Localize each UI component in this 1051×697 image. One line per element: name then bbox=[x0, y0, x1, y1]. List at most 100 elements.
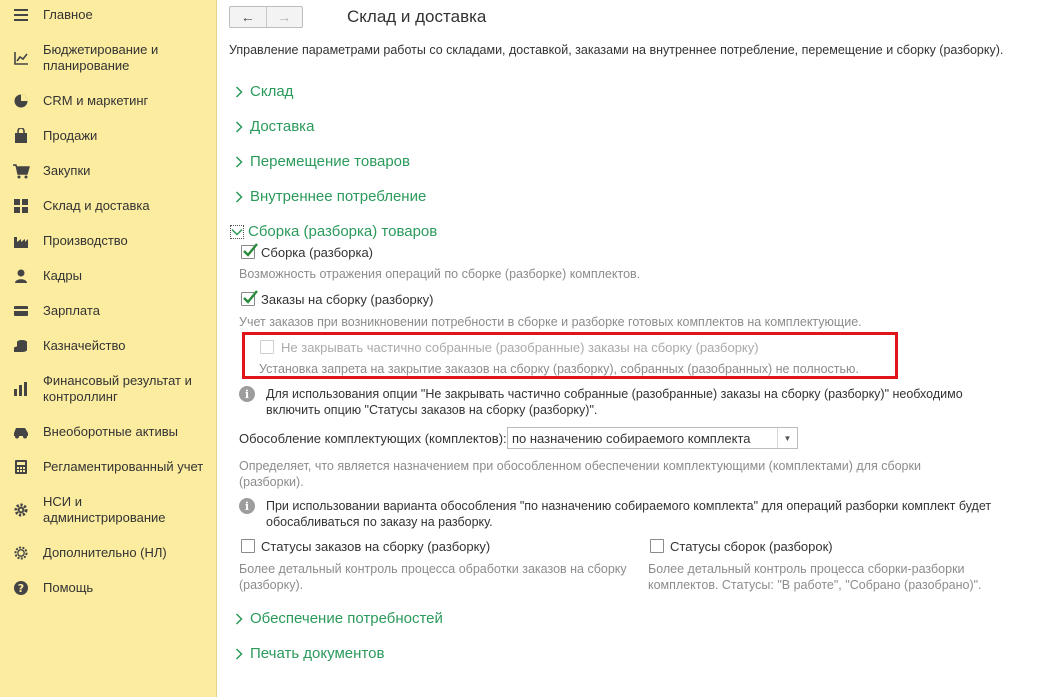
sidebar-item[interactable]: Зарплата bbox=[0, 303, 216, 319]
sidebar-item-label: Кадры bbox=[43, 268, 82, 283]
sidebar-item-label: Внеоборотные активы bbox=[43, 424, 179, 439]
arrow-right-icon: → bbox=[277, 9, 292, 25]
sidebar-item-label: Финансовый результат и контроллинг bbox=[43, 373, 192, 404]
budget-chart-icon bbox=[12, 50, 30, 66]
assembly-status-hint: Более детальный контроль процесса сборки… bbox=[648, 562, 982, 592]
factory-icon bbox=[12, 233, 30, 249]
sidebar-item[interactable]: НСИ и администрирование bbox=[0, 494, 216, 526]
person-icon bbox=[12, 268, 30, 284]
no-close-partial-checkbox-label: Не закрывать частично собранные (разобра… bbox=[281, 340, 759, 355]
chevron-right-icon bbox=[232, 190, 246, 204]
order-status-checkbox-label: Статусы заказов на сборку (разборку) bbox=[261, 539, 491, 554]
sidebar-item-label: Бюджетирование и планирование bbox=[43, 42, 159, 73]
section-needs-label: Обеспечение потребностей bbox=[250, 610, 443, 627]
forward-button[interactable]: → bbox=[267, 7, 303, 27]
section-delivery-label: Доставка bbox=[250, 118, 315, 135]
info-icon: i bbox=[239, 386, 255, 402]
arrow-left-icon: ← bbox=[240, 9, 255, 25]
coins-icon bbox=[12, 338, 30, 354]
sidebar-item-label: Казначейство bbox=[43, 338, 126, 353]
bar-chart-icon bbox=[12, 381, 30, 397]
sidebar-item-label: Продажи bbox=[43, 128, 98, 143]
sidebar-item[interactable]: Бюджетирование и планирование bbox=[0, 42, 216, 74]
car-icon bbox=[12, 424, 30, 440]
order-status-checkbox[interactable] bbox=[241, 539, 255, 553]
sidebar-item[interactable]: Закупки bbox=[0, 163, 216, 179]
assembly-status-checkbox-label: Статусы сборок (разборок) bbox=[670, 539, 833, 554]
no-close-partial-hint: Установка запрета на закрытие заказов на… bbox=[259, 362, 859, 376]
section-assembly-label: Сборка (разборка) товаров bbox=[248, 223, 438, 240]
no-close-partial-checkbox[interactable] bbox=[260, 340, 274, 354]
grid-icon bbox=[12, 198, 30, 214]
section-print-label: Печать документов bbox=[250, 645, 385, 662]
sidebar-item[interactable]: Казначейство bbox=[0, 338, 216, 354]
svg-text:?: ? bbox=[18, 582, 24, 595]
checkmark-icon bbox=[243, 290, 258, 304]
menu-icon bbox=[12, 7, 30, 23]
section-print[interactable]: Печать документов bbox=[232, 645, 384, 662]
gear-outline-icon bbox=[12, 545, 30, 561]
section-internal-label: Внутреннее потребление bbox=[250, 188, 427, 205]
section-warehouse-label: Склад bbox=[250, 83, 294, 100]
assembly-orders-hint: Учет заказов при возникновении потребнос… bbox=[239, 315, 862, 329]
sidebar-item[interactable]: Склад и доставка bbox=[0, 198, 216, 214]
sidebar-item-label: Регламентированный учет bbox=[43, 459, 204, 474]
assembly-checkbox-label: Сборка (разборка) bbox=[261, 245, 374, 260]
section-warehouse[interactable]: Склад bbox=[232, 83, 293, 100]
sidebar-item[interactable]: Кадры bbox=[0, 268, 216, 284]
sidebar-item-label: CRM и маркетинг bbox=[43, 93, 149, 108]
gear-icon bbox=[12, 502, 30, 518]
sidebar-item-label: Склад и доставка bbox=[43, 198, 150, 213]
chevron-right-icon bbox=[232, 85, 246, 99]
section-transfer-label: Перемещение товаров bbox=[250, 153, 410, 170]
isolation-select[interactable]: по назначению собираемого комплекта ▼ bbox=[507, 427, 798, 449]
sidebar-item-label: НСИ и администрирование bbox=[43, 494, 166, 525]
section-internal[interactable]: Внутреннее потребление bbox=[232, 188, 426, 205]
assembly-orders-checkbox[interactable] bbox=[241, 290, 258, 306]
section-delivery[interactable]: Доставка bbox=[232, 118, 314, 135]
back-button[interactable]: ← bbox=[230, 7, 267, 27]
sidebar: Главное Бюджетирование и планирование CRM … bbox=[0, 0, 217, 697]
sidebar-item[interactable]: Продажи bbox=[0, 128, 216, 144]
sidebar-item-label: Производство bbox=[43, 233, 128, 248]
section-transfer[interactable]: Перемещение товаров bbox=[232, 153, 410, 170]
calculator-icon bbox=[12, 459, 30, 475]
chevron-right-icon bbox=[232, 155, 246, 169]
help-icon: ? bbox=[12, 580, 30, 596]
isolation-select-value: по назначению собираемого комплекта bbox=[512, 430, 751, 446]
sidebar-item[interactable]: ? Помощь bbox=[0, 580, 216, 596]
chevron-right-icon bbox=[232, 647, 246, 661]
chevron-right-icon bbox=[232, 120, 246, 134]
sidebar-item[interactable]: Дополнительно (НЛ) bbox=[0, 545, 216, 561]
page-description: Управление параметрами работы со складам… bbox=[229, 43, 1004, 57]
bag-icon bbox=[12, 128, 30, 144]
section-needs[interactable]: Обеспечение потребностей bbox=[232, 610, 443, 627]
info-note-status: Для использования опции "Не закрывать ча… bbox=[266, 387, 963, 417]
sidebar-item[interactable]: Производство bbox=[0, 233, 216, 249]
history-nav: ← → bbox=[229, 6, 303, 28]
order-status-hint: Более детальный контроль процесса обрабо… bbox=[239, 562, 627, 592]
wallet-icon bbox=[12, 303, 30, 319]
dropdown-arrow-icon[interactable]: ▼ bbox=[777, 428, 797, 448]
assembly-hint: Возможность отражения операций по сборке… bbox=[239, 267, 641, 281]
sidebar-item[interactable]: Внеоборотные активы bbox=[0, 424, 216, 440]
sidebar-item-label: Дополнительно (НЛ) bbox=[43, 545, 167, 560]
pie-icon bbox=[12, 93, 30, 109]
sidebar-item-label: Главное bbox=[43, 7, 93, 22]
sidebar-item[interactable]: CRM и маркетинг bbox=[0, 93, 216, 109]
section-assembly[interactable]: Сборка (разборка) товаров bbox=[230, 223, 437, 240]
sidebar-item[interactable]: Финансовый результат и контроллинг bbox=[0, 373, 216, 405]
isolation-label: Обособление комплектующих (комплектов): bbox=[239, 431, 507, 446]
checkmark-icon bbox=[243, 243, 258, 257]
chevron-down-icon bbox=[230, 224, 244, 239]
sidebar-item[interactable]: Регламентированный учет bbox=[0, 459, 216, 475]
assembly-checkbox[interactable] bbox=[241, 243, 258, 259]
page-title: Склад и доставка bbox=[347, 7, 487, 26]
assembly-status-checkbox[interactable] bbox=[650, 539, 664, 553]
isolation-hint: Определяет, что является назначением при… bbox=[239, 459, 921, 489]
cart-icon bbox=[12, 163, 30, 179]
chevron-right-icon bbox=[232, 612, 246, 626]
sidebar-item[interactable]: Главное bbox=[0, 7, 216, 23]
sidebar-item-label: Зарплата bbox=[43, 303, 100, 318]
info-note-isolation: При использовании варианта обособления "… bbox=[266, 499, 992, 529]
